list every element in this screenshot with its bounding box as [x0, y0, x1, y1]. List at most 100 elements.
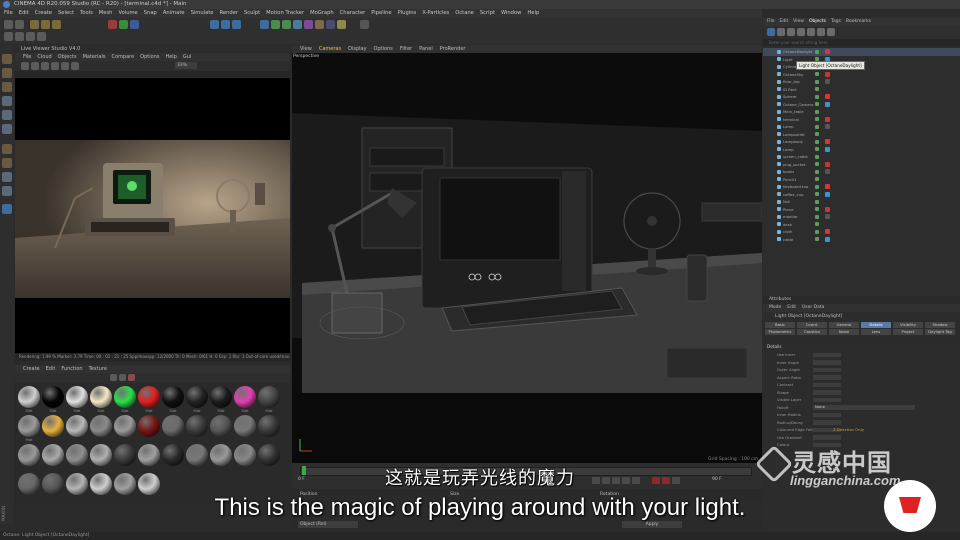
menu-window[interactable]: Window [501, 9, 521, 18]
scene-icon[interactable] [315, 20, 324, 29]
object-tag-icon[interactable] [825, 124, 830, 129]
object-tag-icon[interactable] [825, 169, 830, 174]
om-render-icon[interactable] [807, 28, 815, 36]
object-tag-icon[interactable] [825, 79, 830, 84]
object-row[interactable]: books [763, 168, 960, 176]
menu-character[interactable]: Character [340, 9, 366, 18]
menu-octane[interactable]: Octane [455, 9, 474, 18]
points-mode-icon[interactable] [15, 32, 24, 41]
visibility-check-icon[interactable] [815, 94, 819, 99]
visibility-check-icon[interactable] [815, 192, 819, 196]
attribute-value-field[interactable] [813, 352, 841, 358]
viewport-3d[interactable] [292, 53, 762, 463]
om-tab-edit[interactable]: Edit [780, 18, 789, 26]
object-tag-icon[interactable] [825, 236, 830, 242]
object-tag-icon[interactable] [825, 101, 830, 107]
menu-animate[interactable]: Animate [163, 9, 185, 18]
subdivision-icon[interactable] [282, 20, 291, 29]
attribute-value-field[interactable] [813, 420, 841, 425]
om-settings-icon[interactable] [817, 28, 825, 36]
rotate-icon[interactable] [52, 20, 61, 29]
material-swatch[interactable] [90, 444, 112, 466]
material-delete-icon[interactable] [128, 374, 135, 381]
object-tag-icon[interactable] [825, 146, 830, 152]
attribute-value-field[interactable] [813, 375, 841, 380]
pv-menu-gui[interactable]: Gui [183, 53, 191, 61]
om-tab-bookmarks[interactable]: Bookmarks [846, 18, 871, 26]
visibility-check-icon[interactable] [815, 169, 819, 174]
lock-view-icon[interactable] [71, 62, 79, 70]
new-material-icon[interactable] [110, 374, 117, 381]
attribute-value-field[interactable] [813, 435, 841, 440]
object-row[interactable]: Pencil1 [763, 176, 960, 184]
menu-volume[interactable]: Volume [118, 9, 137, 18]
menu-create[interactable]: Create [35, 9, 52, 18]
viewport-menu-filter[interactable]: Filter [400, 45, 412, 53]
render-settings-icon[interactable] [232, 20, 241, 29]
attribute-value-field[interactable] [813, 397, 841, 403]
material-swatch[interactable] [234, 415, 256, 437]
move-icon[interactable] [30, 20, 39, 29]
menu-mesh[interactable]: Mesh [99, 9, 113, 18]
pause-icon[interactable] [31, 62, 39, 70]
visibility-check-icon[interactable] [815, 207, 819, 211]
attribute-menu-user-data[interactable]: User Data [802, 304, 824, 312]
menu-plugins[interactable]: Plugins [398, 9, 417, 18]
material-swatch[interactable] [234, 386, 256, 408]
attribute-tab-general[interactable]: General [829, 322, 859, 328]
cloner-icon[interactable] [293, 20, 302, 29]
visibility-check-icon[interactable] [815, 109, 819, 114]
viewport-menu-panel[interactable]: Panel [419, 45, 433, 53]
attribute-value-field[interactable] [813, 367, 841, 373]
material-swatch[interactable] [138, 415, 160, 437]
visibility-check-icon[interactable] [815, 124, 819, 129]
grid-icon[interactable] [2, 186, 12, 196]
material-swatch[interactable] [42, 415, 64, 437]
visibility-check-icon[interactable] [815, 222, 819, 226]
material-swatch[interactable] [162, 386, 184, 408]
lock-icon[interactable] [2, 172, 12, 182]
menu-sculpt[interactable]: Sculpt [244, 9, 260, 18]
om-octane-icon[interactable] [767, 28, 775, 36]
object-tag-icon[interactable] [825, 49, 830, 54]
menu-tools[interactable]: Tools [80, 9, 93, 18]
attribute-tab-project[interactable]: Project [893, 329, 923, 335]
object-row[interactable]: coffee_cup [763, 191, 960, 199]
material-swatch[interactable] [210, 444, 232, 466]
attribute-tab-lens[interactable]: Lens [861, 329, 891, 335]
object-row[interactable]: Octane_Camera [763, 101, 960, 109]
menu-select[interactable]: Select [58, 9, 74, 18]
undo-icon[interactable] [4, 20, 13, 29]
object-tag-icon[interactable] [825, 191, 830, 197]
attribute-value-field[interactable] [813, 382, 841, 388]
attribute-tab-basic[interactable]: Basic [765, 322, 795, 328]
object-row[interactable]: floor_top [763, 78, 960, 86]
pv-menu-cloud[interactable]: Cloud [37, 53, 51, 61]
object-row[interactable]: Main_table [763, 108, 960, 116]
visibility-check-icon[interactable] [815, 139, 819, 144]
visibility-check-icon[interactable] [815, 154, 819, 159]
attribute-menu-mode[interactable]: Mode [769, 304, 781, 312]
object-row[interactable]: Null [763, 198, 960, 206]
viewport-menu-display[interactable]: Display [348, 45, 366, 53]
attribute-tab-caustics[interactable]: Caustics [797, 329, 827, 335]
apply-button[interactable]: Apply [622, 521, 682, 528]
material-swatch[interactable] [162, 444, 184, 466]
attribute-tab-details[interactable]: Details [861, 322, 891, 328]
points-icon[interactable] [2, 96, 12, 106]
material-swatch[interactable] [18, 386, 40, 408]
object-row[interactable]: desk [763, 221, 960, 229]
material-swatch[interactable] [66, 415, 88, 437]
material-menu-create[interactable]: Create [23, 365, 40, 373]
om-tab-tags[interactable]: Tags [831, 18, 841, 26]
attribute-value-field[interactable]: None [813, 405, 915, 410]
object-row[interactable]: cloth [763, 228, 960, 236]
object-tag-icon[interactable] [825, 206, 830, 212]
menu-motion-tracker[interactable]: Motion Tracker [266, 9, 304, 18]
object-row[interactable]: Plane [763, 206, 960, 214]
stop-icon[interactable] [41, 62, 49, 70]
visibility-check-icon[interactable] [815, 102, 819, 106]
object-tag-icon[interactable] [825, 161, 830, 167]
visibility-check-icon[interactable] [815, 199, 819, 204]
object-search-field[interactable]: Enter your search string here [763, 39, 960, 46]
